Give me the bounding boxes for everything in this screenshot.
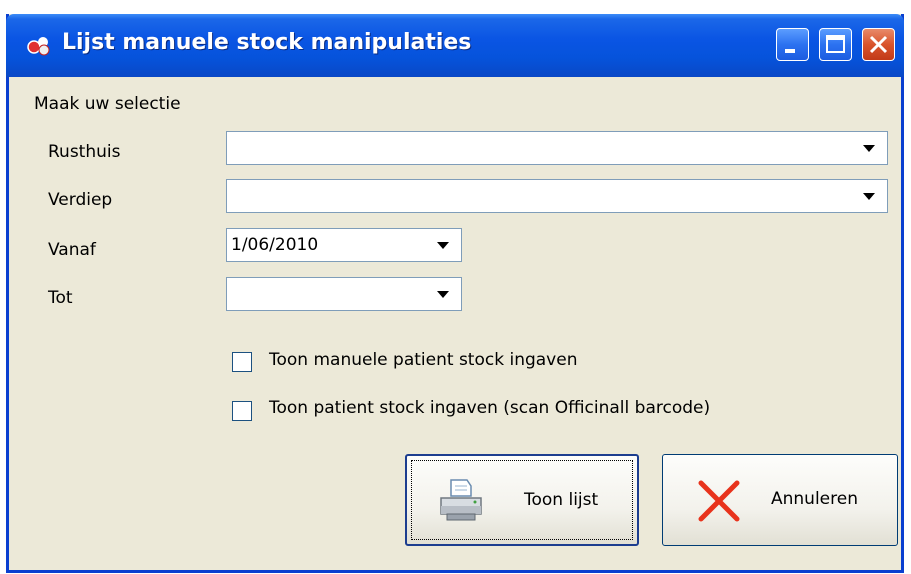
vanaf-value: 1/06/2010 <box>231 235 319 255</box>
tot-date-picker[interactable] <box>226 277 462 311</box>
chevron-down-icon[interactable] <box>431 229 455 261</box>
rusthuis-label: Rusthuis <box>48 142 121 162</box>
vanaf-date-picker[interactable]: 1/06/2010 <box>226 228 462 262</box>
show-manual-stock-label[interactable]: Toon manuele patient stock ingaven <box>269 350 577 370</box>
show-manual-stock-checkbox[interactable] <box>232 352 252 372</box>
show-list-button[interactable]: Toon lijst <box>405 454 639 546</box>
vanaf-label: Vanaf <box>48 240 96 260</box>
show-list-label: Toon lijst <box>524 490 599 510</box>
chevron-down-icon[interactable] <box>857 132 881 164</box>
show-scan-stock-checkbox[interactable] <box>232 401 252 421</box>
chevron-down-icon[interactable] <box>431 278 455 310</box>
printer-icon <box>437 476 485 528</box>
cancel-button[interactable]: Annuleren <box>662 454 898 546</box>
verdiep-select[interactable] <box>226 179 888 213</box>
section-label: Maak uw selectie <box>34 94 181 114</box>
verdiep-label: Verdiep <box>48 190 113 210</box>
cross-icon <box>697 479 741 527</box>
app-icon <box>26 34 52 58</box>
tot-label: Tot <box>48 288 73 308</box>
maximize-button[interactable] <box>819 28 852 61</box>
rusthuis-select[interactable] <box>226 131 888 165</box>
cancel-label: Annuleren <box>771 489 858 509</box>
chevron-down-icon[interactable] <box>857 180 881 212</box>
title-bar[interactable]: Lijst manuele stock manipulaties <box>6 14 904 77</box>
window-title: Lijst manuele stock manipulaties <box>62 30 472 55</box>
close-button[interactable] <box>862 28 895 61</box>
show-scan-stock-label[interactable]: Toon patient stock ingaven (scan Officin… <box>269 398 710 418</box>
minimize-button[interactable] <box>776 28 809 61</box>
